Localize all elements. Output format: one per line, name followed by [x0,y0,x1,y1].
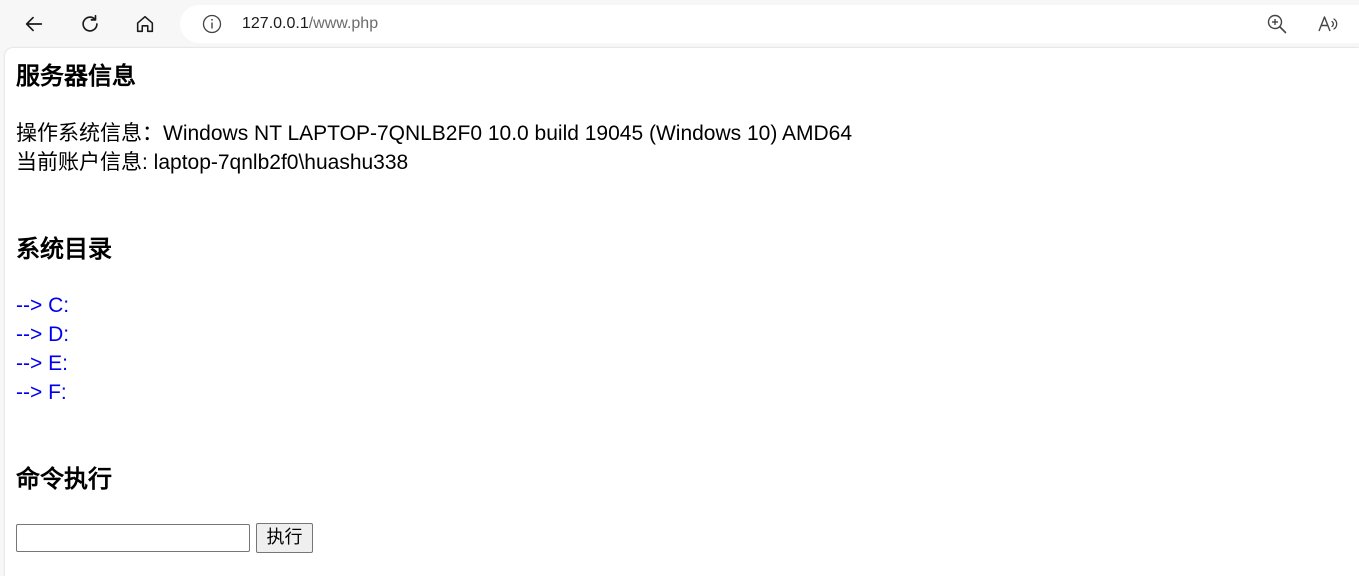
command-input[interactable] [16,524,250,552]
back-button[interactable] [18,8,50,40]
page-viewport: 服务器信息 操作系统信息：Windows NT LAPTOP-7QNLB2F0 … [5,48,1359,576]
execute-button[interactable]: 执行 [256,523,313,553]
directories-heading: 系统目录 [16,236,112,263]
server-info-heading: 服务器信息 [16,63,136,90]
user-info-line: 当前账户信息: laptop-7qnlb2f0\huashu338 [16,151,409,174]
browser-toolbar: 127.0.0.1/www.php [0,0,1359,48]
dir-link-d[interactable]: --> D: [16,320,69,349]
read-aloud-icon[interactable] [1317,13,1339,35]
dir-link-e[interactable]: --> E: [16,349,68,378]
info-icon[interactable] [202,14,222,34]
dir-link-f[interactable]: --> F: [16,378,67,407]
zoom-icon[interactable] [1266,13,1288,35]
dir-link-c[interactable]: --> C: [16,291,69,320]
address-url[interactable]: 127.0.0.1/www.php [242,13,378,35]
home-icon [136,15,154,33]
home-button[interactable] [129,8,161,40]
refresh-button[interactable] [74,8,106,40]
refresh-icon [82,14,98,32]
address-host: 127.0.0.1 [242,15,309,32]
back-icon [25,16,43,32]
address-path: /www.php [308,15,379,32]
os-info-line: 操作系统信息：Windows NT LAPTOP-7QNLB2F0 10.0 b… [16,122,853,145]
command-heading: 命令执行 [16,466,112,493]
address-bar[interactable]: 127.0.0.1/www.php [180,5,1359,43]
